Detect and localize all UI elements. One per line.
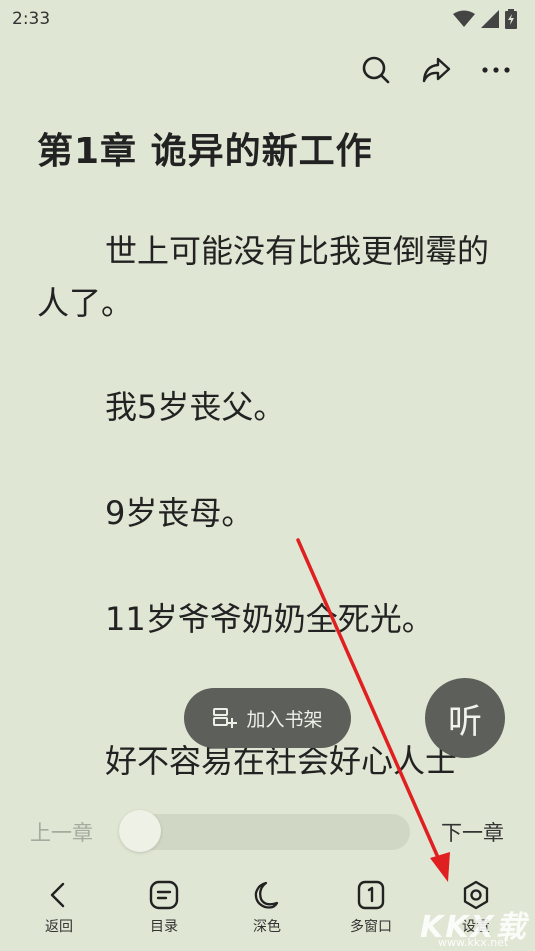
progress-slider[interactable]	[120, 814, 410, 850]
battery-icon	[505, 9, 517, 29]
watermark: KKX载 www.kkx.net	[418, 900, 533, 950]
progress-slider-thumb[interactable]	[119, 810, 161, 852]
signal-icon	[481, 10, 499, 28]
catalog-icon	[147, 878, 181, 912]
bookshelf-add-icon	[213, 708, 238, 728]
status-bar: 2:33	[0, 0, 535, 38]
back-icon	[42, 878, 76, 912]
add-to-shelf-label: 加入书架	[246, 708, 323, 731]
chapter-progress: 上一章 下一章	[0, 800, 535, 864]
more-button[interactable]	[477, 51, 515, 89]
listen-button[interactable]: 听	[425, 678, 505, 758]
reader-toolbar	[357, 50, 515, 90]
search-button[interactable]	[357, 51, 395, 89]
status-icons	[453, 9, 517, 29]
chapter-title: 第1章 诡异的新工作	[37, 131, 373, 172]
add-to-shelf-button[interactable]: 加入书架	[184, 688, 351, 748]
paragraph: 11岁爷爷奶奶全死光。	[105, 600, 434, 638]
nav-dark-mode[interactable]: 深色	[232, 878, 302, 948]
nav-label: 返回	[45, 919, 73, 935]
status-time: 2:33	[12, 9, 51, 29]
nav-catalog[interactable]: 目录	[129, 878, 199, 948]
paragraph: 9岁丧母。	[105, 494, 254, 532]
nav-label: 目录	[150, 919, 178, 935]
nav-label: 深色	[253, 919, 281, 935]
more-icon	[482, 67, 510, 73]
share-icon	[422, 57, 451, 83]
nav-back[interactable]: 返回	[24, 878, 94, 948]
paragraph: 世上可能没有比我更倒霉的人了。	[37, 232, 490, 322]
share-button[interactable]	[417, 51, 455, 89]
listen-label: 听	[448, 701, 482, 742]
moon-icon	[250, 878, 284, 912]
search-icon	[362, 56, 390, 84]
multi-window-icon	[354, 878, 388, 912]
watermark-url: www.kkx.net	[438, 936, 509, 949]
nav-label: 多窗口	[350, 919, 392, 935]
wifi-icon	[453, 10, 475, 27]
paragraph: 我5岁丧父。	[105, 388, 286, 426]
reader-content: 世上可能没有比我更倒霉的人了。 我5岁丧父。 9岁丧母。 11岁爷爷奶奶全死光。	[37, 225, 507, 699]
nav-multi-window[interactable]: 多窗口	[336, 878, 406, 948]
next-chapter-button[interactable]: 下一章	[441, 817, 504, 847]
prev-chapter-button[interactable]: 上一章	[30, 817, 93, 847]
